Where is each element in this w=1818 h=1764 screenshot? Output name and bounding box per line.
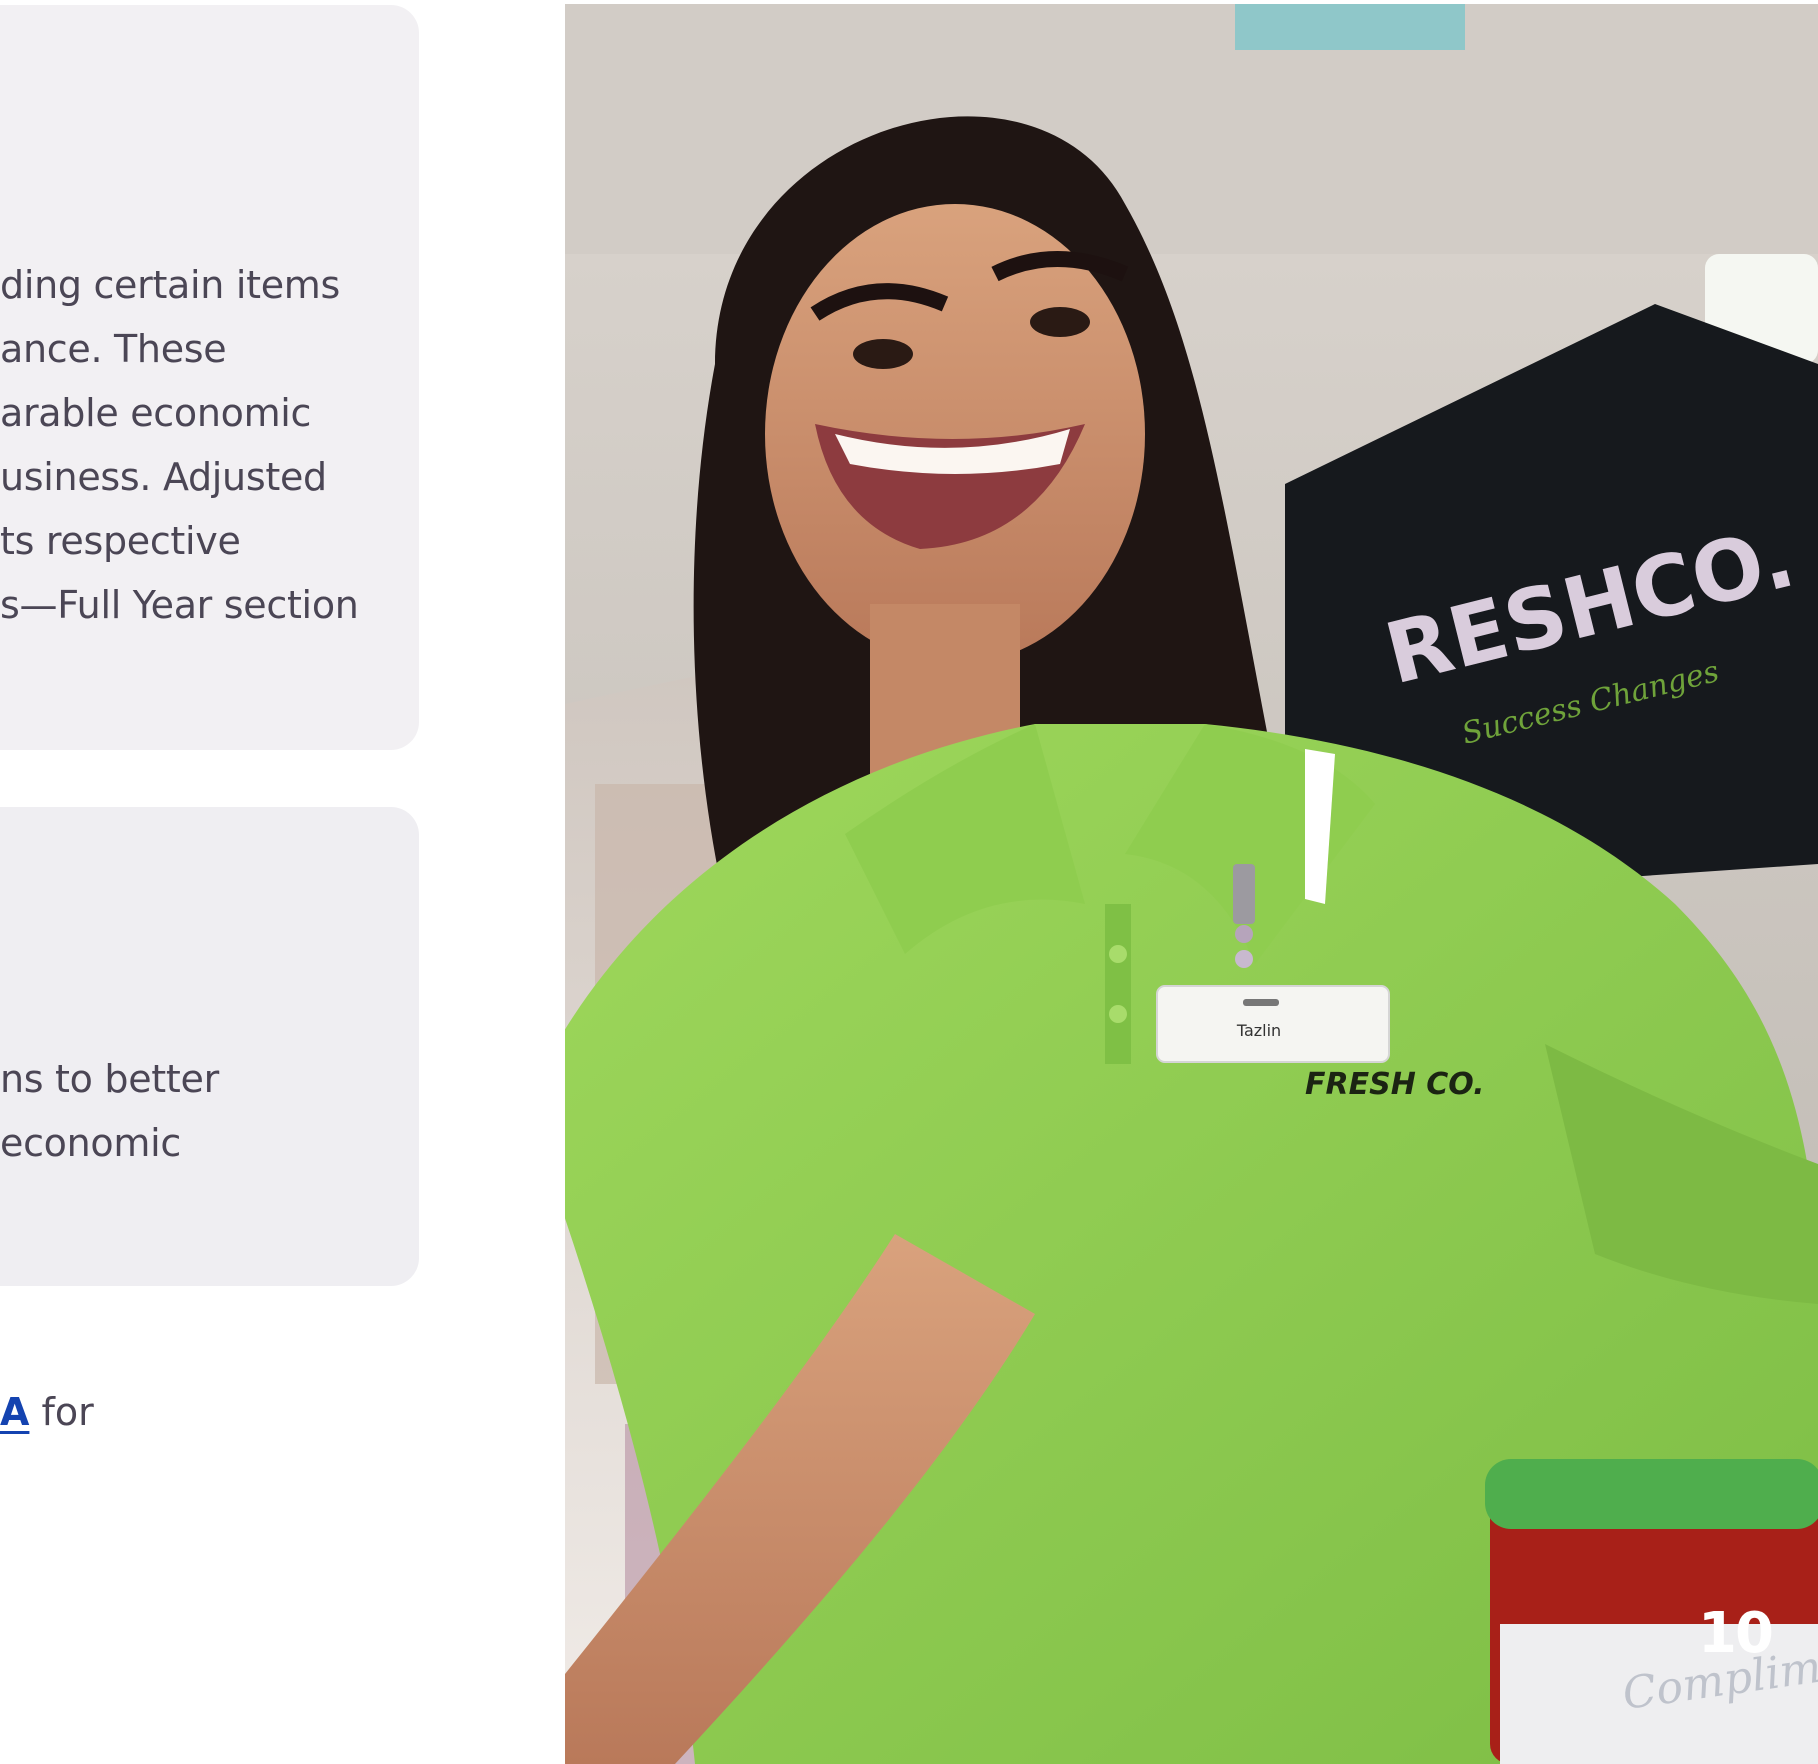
text-line: ding certain items xyxy=(0,263,341,307)
text-line: ts respective xyxy=(0,519,241,563)
page-number: 10 xyxy=(1698,1601,1774,1666)
info-panel-top: ding certain items ance. These arable ec… xyxy=(0,5,419,750)
panel-top-text: ding certain items ance. These arable ec… xyxy=(0,253,359,637)
text-line: s—Full Year section xyxy=(0,583,359,627)
employee-photo: RESHCO. Success Changes Tazlin FRESH CO.… xyxy=(565,4,1818,1764)
reference-link[interactable]: A xyxy=(0,1390,29,1434)
text-line: economic xyxy=(0,1121,181,1165)
info-panel-bottom: ns to better economic xyxy=(0,807,419,1286)
text-line: ns to better xyxy=(0,1057,219,1101)
text-line: usiness. Adjusted xyxy=(0,455,327,499)
text-line: ance. These xyxy=(0,327,227,371)
footnote-trailing-text: for xyxy=(29,1390,94,1434)
panel-bottom-text: ns to better economic xyxy=(0,1047,219,1175)
text-line: arable economic xyxy=(0,391,312,435)
jar-lid xyxy=(1485,1459,1818,1529)
name-badge-text: Tazlin xyxy=(1236,1021,1281,1040)
footnote: A for xyxy=(0,1380,94,1444)
shirt-logo: FRESH CO. xyxy=(1305,1067,1485,1102)
